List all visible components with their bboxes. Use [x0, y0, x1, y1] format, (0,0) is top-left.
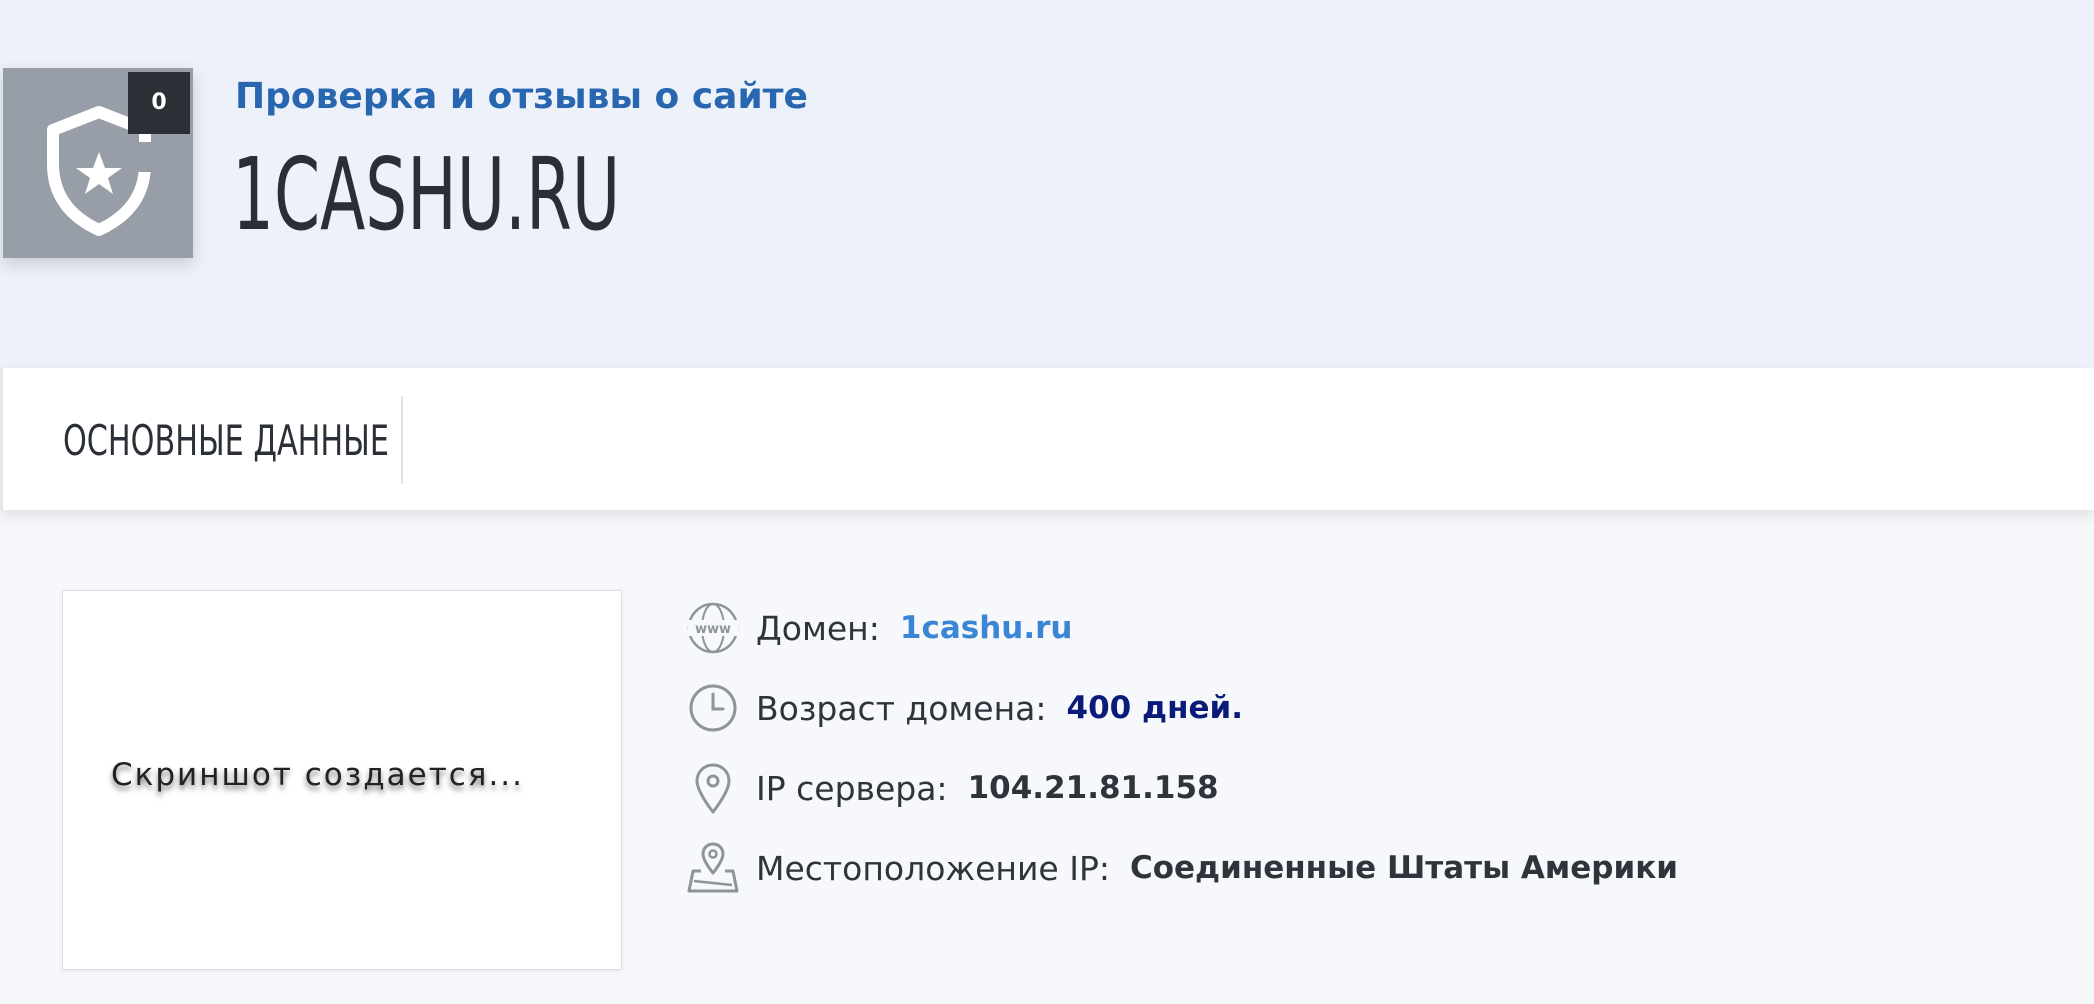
- info-row-domain-age: Возраст домена: 400 дней.: [686, 679, 1243, 737]
- page-title: 1CASHU.RU: [232, 136, 621, 253]
- domain-age-value: 400 дней.: [1066, 690, 1244, 726]
- tab-bar: ОСНОВНЫЕ ДАННЫЕ: [0, 368, 2094, 510]
- page-header: 0 Проверка и отзывы о сайте 1CASHU.RU: [0, 0, 2094, 368]
- domain-age-label: Возраст домена:: [756, 688, 1047, 728]
- screenshot-placeholder-text: Скриншот создается...: [111, 757, 525, 793]
- page-subtitle: Проверка и отзывы о сайте: [235, 76, 808, 117]
- ip-location-label: Местоположение IP:: [756, 848, 1110, 888]
- location-pin-icon: [686, 761, 740, 815]
- tab-main-data[interactable]: ОСНОВНЫЕ ДАННЫЕ: [63, 416, 389, 465]
- review-count-badge: 0: [128, 72, 190, 134]
- map-pin-icon: [686, 841, 740, 895]
- www-globe-icon: www: [686, 601, 740, 655]
- svg-text:www: www: [695, 622, 731, 637]
- site-screenshot-preview: Скриншот создается...: [62, 590, 622, 970]
- server-ip-value: 104.21.81.158: [967, 770, 1219, 806]
- domain-link[interactable]: 1cashu.ru: [900, 610, 1073, 646]
- ip-location-value: Соединенные Штаты Америки: [1129, 850, 1678, 886]
- domain-label: Домен:: [756, 608, 880, 648]
- info-row-server-ip: IP сервера: 104.21.81.158: [686, 759, 1219, 817]
- info-row-ip-location: Местоположение IP: Соединенные Штаты Аме…: [686, 839, 1678, 897]
- info-row-domain: www Домен: 1cashu.ru: [686, 599, 1072, 657]
- tab-divider: [401, 396, 403, 484]
- clock-icon: [686, 681, 740, 735]
- server-ip-label: IP сервера:: [756, 768, 948, 808]
